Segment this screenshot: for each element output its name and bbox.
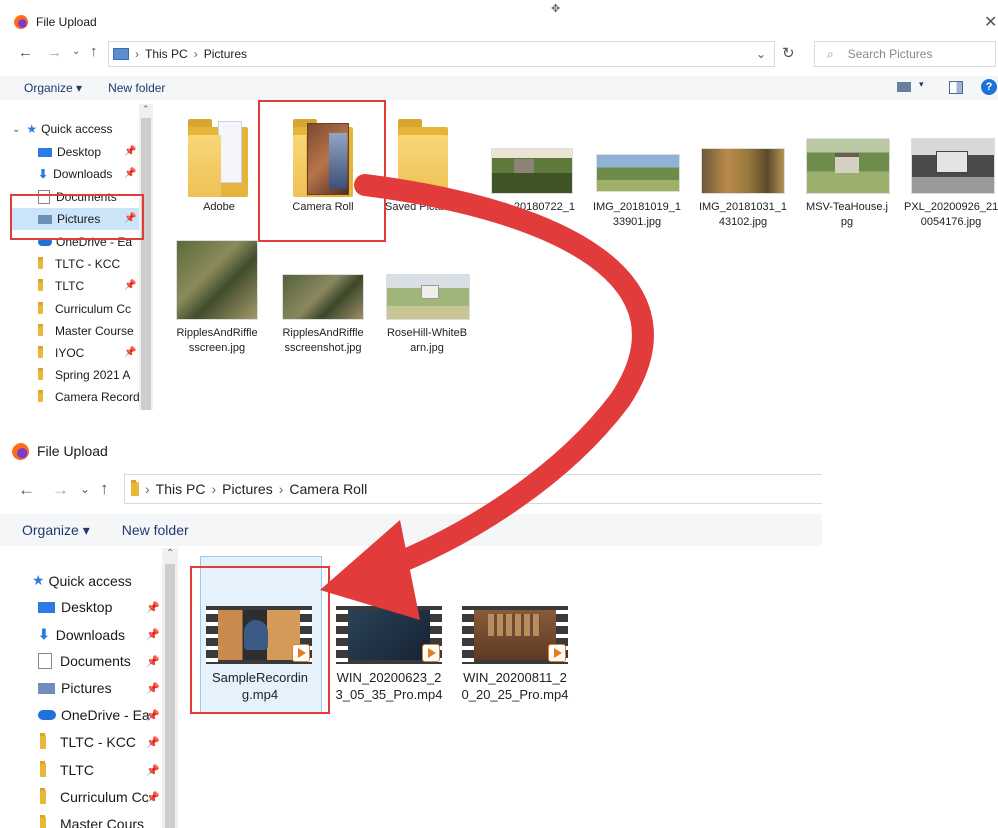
annotation-arrow — [320, 174, 654, 620]
arrow-head — [320, 520, 420, 620]
arrow-shaft — [354, 174, 654, 581]
